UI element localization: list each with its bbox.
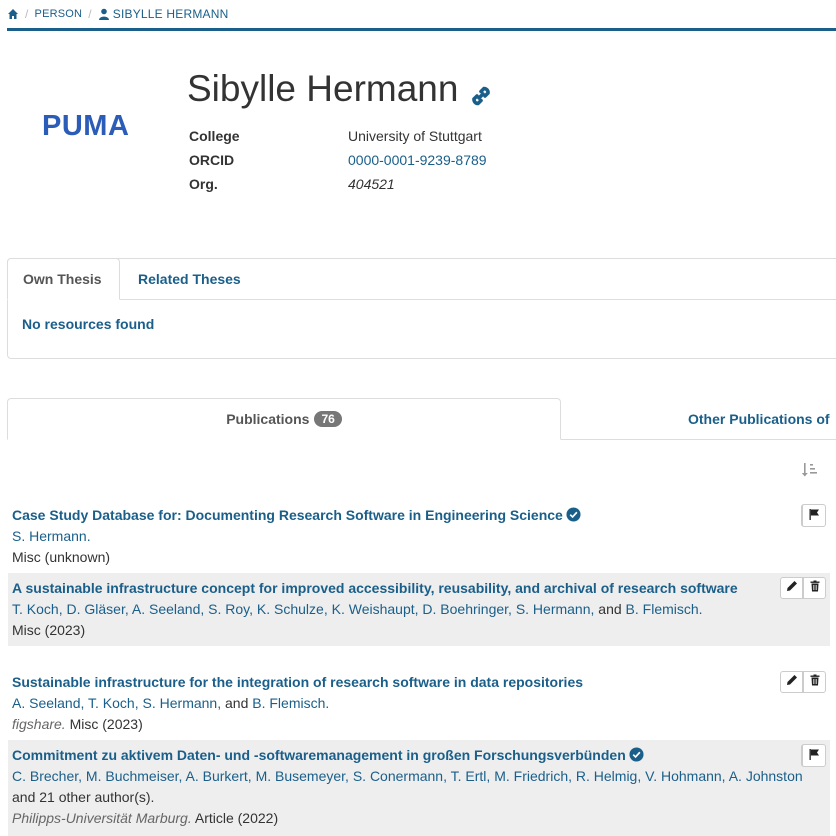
trash-icon [809, 579, 821, 597]
publication-item: Commitment zu aktivem Daten- und -softwa… [8, 740, 830, 836]
author-link[interactable]: T. Koch, [88, 695, 139, 711]
home-icon[interactable] [7, 8, 19, 20]
publication-meta: Misc (unknown) [12, 549, 111, 565]
tab-publications[interactable]: Publications 76 [7, 398, 561, 440]
author-link[interactable]: A. Johnston [729, 768, 803, 784]
publication-title: Case Study Database for: Documenting Res… [12, 507, 563, 523]
flag-icon [808, 747, 820, 765]
org-label: Org. [189, 176, 218, 192]
orcid-label: ORCID [189, 152, 235, 168]
person-info: College University of Stuttgart ORCID 00… [189, 124, 487, 196]
verified-icon [629, 747, 644, 762]
publication-type-year: Misc (2023) [69, 716, 143, 732]
author-link[interactable]: S. Roy, [208, 601, 253, 617]
delete-button[interactable] [803, 671, 826, 693]
publication-item: Sustainable infrastructure for the integ… [8, 667, 830, 740]
breadcrumb-separator: / [25, 7, 29, 21]
author-link[interactable]: T. Ertl, [451, 768, 491, 784]
tab-own-thesis[interactable]: Own Thesis [7, 258, 120, 300]
person-name: Sibylle Hermann [187, 68, 459, 109]
publication-meta: Misc (2023) [12, 622, 86, 638]
author-link[interactable]: S. Conermann, [353, 768, 447, 784]
publication-item: Case Study Database for: Documenting Res… [8, 500, 830, 573]
author-link[interactable]: A. Seeland, [132, 601, 204, 617]
publication-venue: Philipps-Universität Marburg. [12, 810, 192, 826]
breadcrumb-current-label: SIBYLLE HERMANN [112, 7, 229, 21]
info-row-orcid: ORCID 0000-0001-9239-8789 [189, 148, 487, 172]
publication-actions [801, 504, 826, 527]
publications-count-badge: 76 [314, 411, 342, 427]
publication-actions [780, 577, 826, 599]
publication-venue: figshare. [12, 716, 66, 732]
edit-button[interactable] [780, 671, 803, 693]
author-link[interactable]: T. Koch, [12, 601, 63, 617]
info-row-org: Org. 404521 [189, 172, 487, 196]
author-link[interactable]: S. Hermann. [12, 528, 91, 544]
and-text: and [225, 695, 249, 711]
link-icon[interactable] [468, 76, 494, 106]
puma-logo: PUMA [42, 110, 130, 142]
publication-actions [801, 744, 826, 767]
user-icon [98, 8, 110, 20]
report-button[interactable] [801, 504, 826, 527]
trash-icon [809, 673, 821, 691]
author-link[interactable]: S. Hermann, [516, 601, 595, 617]
author-link[interactable]: R. Helmig, [576, 768, 641, 784]
publication-tabs: Publications 76 Other Publications of [7, 398, 836, 440]
author-link[interactable]: K. Schulze, [257, 601, 328, 617]
author-link[interactable]: S. Hermann, [143, 695, 222, 711]
orcid-link[interactable]: 0000-0001-9239-8789 [348, 152, 487, 168]
publication-meta: figshare. Misc (2023) [12, 714, 826, 735]
publication-meta: Philipps-Universität Marburg. Article (2… [12, 808, 826, 829]
publication-title-link[interactable]: Case Study Database for: Documenting Res… [12, 505, 826, 526]
author-link[interactable]: K. Weishaupt, [332, 601, 419, 617]
pencil-icon [786, 673, 798, 691]
others-text: and 21 other author(s). [12, 789, 155, 805]
college-label: College [189, 128, 240, 144]
publication-authors: T. Koch, D. Gläser, A. Seeland, S. Roy, … [12, 599, 826, 620]
publication-title-link[interactable]: Commitment zu aktivem Daten- und -softwa… [12, 745, 826, 766]
publication-authors: S. Hermann. [12, 526, 826, 547]
flag-icon [808, 507, 820, 525]
tab-other-publications[interactable]: Other Publications of [688, 398, 830, 440]
author-link[interactable]: B. Flemisch. [252, 695, 329, 711]
author-link[interactable]: A. Burkert, [186, 768, 252, 784]
publication-actions [780, 671, 826, 693]
author-link[interactable]: M. Buchmeiser, [86, 768, 182, 784]
breadcrumb-person-link[interactable]: PERSON [35, 8, 83, 20]
and-text: and [598, 601, 622, 617]
verified-icon [566, 507, 581, 522]
publication-item: A sustainable infrastructure concept for… [8, 573, 830, 646]
breadcrumb-current: SIBYLLE HERMANN [98, 7, 229, 21]
sort-icon[interactable] [801, 462, 819, 478]
report-button[interactable] [801, 744, 826, 767]
publication-type-year: Article (2022) [194, 810, 279, 826]
author-link[interactable]: V. Hohmann, [645, 768, 725, 784]
publication-title-link[interactable]: A sustainable infrastructure concept for… [12, 578, 826, 599]
delete-button[interactable] [803, 577, 826, 599]
info-row-college: College University of Stuttgart [189, 124, 487, 148]
author-link[interactable]: D. Gläser, [66, 601, 128, 617]
empty-message: No resources found [22, 316, 155, 332]
breadcrumb: / PERSON / SIBYLLE HERMANN [7, 0, 836, 31]
pencil-icon [786, 579, 798, 597]
breadcrumb-separator: / [88, 7, 92, 21]
author-link[interactable]: D. Boehringer, [422, 601, 512, 617]
publication-authors: A. Seeland, T. Koch, S. Hermann, and B. … [12, 693, 826, 714]
author-link[interactable]: M. Friedrich, [494, 768, 572, 784]
author-link[interactable]: B. Flemisch. [626, 601, 703, 617]
tab-related-theses[interactable]: Related Theses [123, 258, 256, 300]
publication-title: Commitment zu aktivem Daten- und -softwa… [12, 747, 626, 763]
college-value: University of Stuttgart [348, 128, 482, 144]
author-link[interactable]: M. Busemeyer, [256, 768, 349, 784]
author-link[interactable]: A. Seeland, [12, 695, 84, 711]
edit-button[interactable] [780, 577, 803, 599]
publication-authors: C. Brecher, M. Buchmeiser, A. Burkert, M… [12, 766, 826, 808]
org-value: 404521 [348, 176, 395, 192]
author-link[interactable]: C. Brecher, [12, 768, 82, 784]
publication-title-link[interactable]: Sustainable infrastructure for the integ… [12, 672, 826, 693]
tab-publications-label: Publications [226, 411, 310, 427]
thesis-tabs: Own Thesis Related Theses [7, 258, 836, 300]
page-title: Sibylle Hermann [187, 68, 494, 110]
